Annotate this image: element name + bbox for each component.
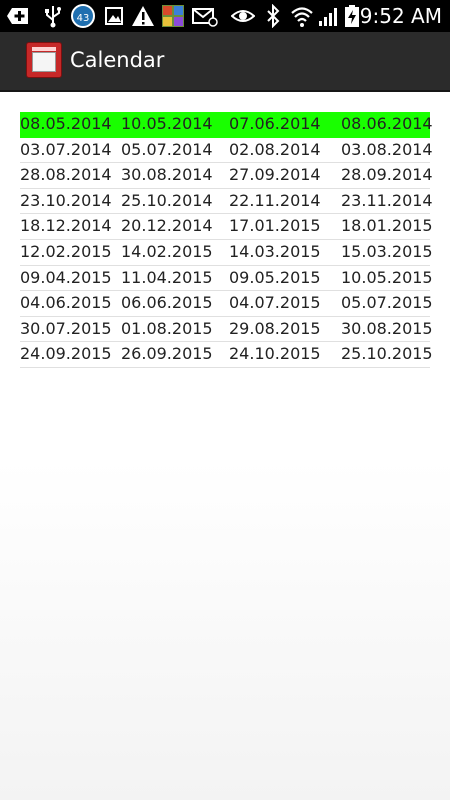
date-cell: 09.04.2015 xyxy=(20,267,112,287)
date-cell: 28.08.2014 xyxy=(20,165,112,185)
date-cell: 18.01.2015 xyxy=(341,216,433,236)
game-icon xyxy=(162,5,184,27)
calendar-app-icon[interactable] xyxy=(26,42,62,78)
date-cell: 24.09.2015 xyxy=(20,344,112,364)
clock: 9:52 AM xyxy=(359,4,442,28)
image-icon xyxy=(105,7,123,25)
date-cell: 18.12.2014 xyxy=(20,216,112,236)
action-bar: Calendar xyxy=(0,32,450,92)
date-cell: 09.05.2015 xyxy=(229,267,321,287)
signal-icon xyxy=(319,8,337,26)
date-cell: 07.06.2014 xyxy=(229,114,321,133)
table-row[interactable]: 28.08.2014 30.08.2014 27.09.2014 28.09.2014 xyxy=(20,163,433,189)
date-cell: 30.07.2015 xyxy=(20,318,112,338)
app-title: Calendar xyxy=(70,48,165,72)
table-row[interactable]: 18.12.2014 20.12.2014 17.01.2015 18.01.2015 xyxy=(20,214,433,240)
date-cell: 23.10.2014 xyxy=(20,190,112,210)
table-row[interactable]: 30.07.2015 01.08.2015 29.08.2015 30.08.2015 xyxy=(20,317,433,343)
date-cell: 14.03.2015 xyxy=(229,241,321,261)
date-cell: 30.08.2014 xyxy=(121,165,213,185)
date-cell: 25.10.2015 xyxy=(341,344,433,364)
date-cell: 17.01.2015 xyxy=(229,216,321,236)
date-cell: 02.08.2014 xyxy=(229,139,321,159)
date-cell: 25.10.2014 xyxy=(121,190,213,210)
date-cell: 05.07.2015 xyxy=(341,293,433,313)
date-cell: 06.06.2015 xyxy=(121,293,213,313)
date-cell: 08.06.2014 xyxy=(341,114,433,133)
date-cell: 04.07.2015 xyxy=(229,293,321,313)
date-cell: 22.11.2014 xyxy=(229,190,321,210)
date-cell: 14.02.2015 xyxy=(121,241,213,261)
table-row[interactable]: 03.07.2014 05.07.2014 02.08.2014 03.08.2014 xyxy=(20,138,433,164)
date-cell: 27.09.2014 xyxy=(229,165,321,185)
table-row[interactable]: 23.10.2014 25.10.2014 22.11.2014 23.11.2014 xyxy=(20,189,433,215)
date-cell: 20.12.2014 xyxy=(121,216,213,236)
warning-icon xyxy=(132,6,154,26)
date-cell: 30.08.2015 xyxy=(341,318,433,338)
date-cell: 11.04.2015 xyxy=(121,267,213,287)
date-cell: 08.05.2014 xyxy=(20,114,112,133)
usb-icon xyxy=(45,6,61,28)
date-cell: 28.09.2014 xyxy=(341,165,433,185)
table-row[interactable]: 12.02.2015 14.02.2015 14.03.2015 15.03.2015 xyxy=(20,240,433,266)
table-row[interactable]: 24.09.2015 26.09.2015 24.10.2015 25.10.2015 xyxy=(20,342,433,368)
date-cell: 04.06.2015 xyxy=(20,293,112,313)
table-row[interactable]: 04.06.2015 06.06.2015 04.07.2015 05.07.2015 xyxy=(20,291,433,317)
bluetooth-icon xyxy=(267,4,280,28)
date-cell: 12.02.2015 xyxy=(20,241,112,261)
battery-charging-icon xyxy=(345,5,359,27)
date-cell: 24.10.2015 xyxy=(229,344,321,364)
date-cell: 03.07.2014 xyxy=(20,139,112,159)
table-row-highlighted[interactable]: 08.05.2014 10.05.2014 07.06.2014 08.06.2014 xyxy=(20,112,433,138)
notification-count-icon: 43 xyxy=(71,4,95,28)
date-cell: 05.07.2014 xyxy=(121,139,213,159)
date-cell: 01.08.2015 xyxy=(121,318,213,338)
add-icon xyxy=(7,8,28,24)
date-cell: 10.05.2015 xyxy=(341,267,433,287)
wifi-icon xyxy=(291,7,313,27)
notification-count: 43 xyxy=(76,13,90,24)
date-table: 08.05.2014 10.05.2014 07.06.2014 08.06.2014… xyxy=(20,112,433,368)
date-cell: 29.08.2015 xyxy=(229,318,321,338)
date-cell: 10.05.2014 xyxy=(121,114,213,133)
date-cell: 26.09.2015 xyxy=(121,344,213,364)
date-cell: 03.08.2014 xyxy=(341,139,433,159)
date-cell: 15.03.2015 xyxy=(341,241,433,261)
eye-icon xyxy=(231,10,255,22)
date-cell: 23.11.2014 xyxy=(341,190,433,210)
status-bar: 43 9:52 AM xyxy=(0,0,450,32)
email-icon xyxy=(192,8,218,27)
table-row[interactable]: 09.04.2015 11.04.2015 09.05.2015 10.05.2015 xyxy=(20,266,433,292)
